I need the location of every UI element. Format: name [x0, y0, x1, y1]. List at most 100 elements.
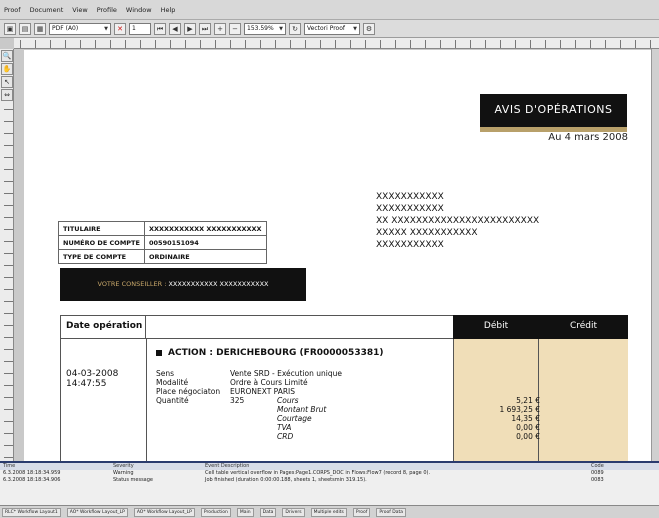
ruler-tick	[185, 40, 186, 48]
status-tab[interactable]: AO* Workflow Layout_LP	[133, 507, 195, 517]
ruler-tick	[4, 397, 13, 398]
ruler-tick	[395, 40, 396, 48]
menu-help[interactable]: Help	[161, 6, 176, 14]
log-header-description[interactable]: Event Description	[205, 463, 591, 470]
detail-row: Modalité Ordre à Cours Limité	[156, 378, 456, 387]
tool-palette: 🔍 ✋ ↖ ⇔	[0, 49, 14, 102]
chevron-down-icon: ▼	[104, 25, 108, 32]
ruler-tick	[4, 205, 13, 206]
hand-tool-icon[interactable]: ✋	[1, 63, 13, 75]
proof-icon[interactable]: ▣	[4, 22, 16, 35]
ruler-tick	[4, 157, 13, 158]
status-tab[interactable]: Drivers	[282, 507, 305, 517]
operation-details: Sens Vente SRD - Exécution unique Modali…	[156, 369, 540, 441]
operation-datetime: 04-03-2008 14:47:55	[66, 369, 118, 389]
status-tab[interactable]: Proof Data	[376, 507, 406, 517]
status-tab[interactable]: Production	[200, 507, 231, 517]
log-header-code[interactable]: Code	[591, 463, 651, 470]
menu-document[interactable]: Document	[30, 6, 64, 14]
detail-row: TVA 0,00 €	[156, 423, 540, 432]
account-value: ORDINAIRE	[144, 249, 267, 264]
ruler-tick	[4, 265, 13, 266]
detail-amount: 5,21 €	[516, 396, 540, 405]
log-row[interactable]: 6.3.2008 18:18:34.959 Warning Cell table…	[0, 470, 659, 477]
chevron-down-icon: ▼	[279, 25, 283, 32]
detail-row: Quantité 325 Cours 5,21 €	[156, 396, 540, 405]
operation-title-text: ACTION : DERICHEBOURG (FR0000053381)	[168, 348, 384, 358]
status-bar: RLC* Workflow Layout1 AO* Workflow Layou…	[0, 505, 659, 518]
export-icon[interactable]: ▤	[19, 22, 31, 35]
last-page-icon[interactable]: ⏭	[199, 22, 211, 35]
ruler-tick	[4, 145, 13, 146]
log-row[interactable]: 6.3.2008 18:18:34.906 Status message Job…	[0, 477, 659, 484]
detail-row: CRD 0,00 €	[156, 432, 540, 441]
close-icon[interactable]: ✕	[114, 22, 126, 35]
first-page-icon[interactable]: ⏮	[154, 22, 166, 35]
ruler-tick	[290, 40, 291, 48]
ruler-tick	[590, 40, 591, 48]
profile-select[interactable]: Vectori Proof ▼	[304, 22, 360, 35]
account-value: 00590151094	[144, 235, 267, 250]
ruler-tick	[410, 40, 411, 48]
status-tab[interactable]: Data	[259, 507, 277, 517]
zoom-select[interactable]: 153.59% ▼	[244, 22, 286, 35]
ruler-tick	[365, 40, 366, 48]
address-line: XX XXXXXXXXXXXXXXXXXXXXXXXX	[376, 216, 540, 226]
menu-proof[interactable]: Proof	[4, 6, 21, 14]
status-tab[interactable]: Multiple edits	[310, 507, 347, 517]
ruler-tick	[275, 40, 276, 48]
status-tab[interactable]: Main	[236, 507, 254, 517]
ruler-tick	[4, 325, 13, 326]
status-tab[interactable]: Proof	[352, 507, 371, 517]
ruler-tick	[170, 40, 171, 48]
detail-label: Modalité	[156, 378, 189, 387]
zoom-tool-icon[interactable]: 🔍	[1, 50, 13, 62]
detail-value: Vente SRD - Exécution unique	[230, 369, 342, 378]
ruler-tick	[350, 40, 351, 48]
log-header-time[interactable]: Time	[0, 463, 113, 470]
column-header-date: Date opération	[60, 315, 146, 339]
status-tab[interactable]: AO* Workflow Layout_LP	[66, 507, 128, 517]
line-label: Courtage	[277, 414, 312, 423]
zoom-out-icon[interactable]: −	[229, 22, 241, 35]
select-tool-icon[interactable]: ↖	[1, 76, 13, 88]
ruler-tick	[140, 40, 141, 48]
ruler-tick	[380, 40, 381, 48]
menu-profile[interactable]: Profile	[97, 6, 117, 14]
ruler-tick	[485, 40, 486, 48]
ruler-tick	[4, 289, 13, 290]
format-select[interactable]: PDF (A0) ▼	[49, 22, 111, 35]
measure-tool-icon[interactable]: ⇔	[1, 89, 13, 101]
ruler-tick	[4, 349, 13, 350]
detail-value: 325	[230, 396, 245, 405]
ruler-tick	[155, 40, 156, 48]
address-line: XXXXX XXXXXXXXXXX	[376, 228, 478, 238]
log-description: Job finished (duration 0:00:00.188, shee…	[205, 477, 367, 483]
page-field[interactable]: 1	[129, 22, 151, 35]
prev-page-icon[interactable]: ◀	[169, 22, 181, 35]
menu-view[interactable]: View	[72, 6, 87, 14]
log-header-severity[interactable]: Severity	[113, 463, 205, 470]
print-icon[interactable]: ▦	[34, 22, 46, 35]
line-amount: 1 693,25 €	[499, 405, 540, 414]
ruler-tick	[125, 40, 126, 48]
ruler-tick	[4, 373, 13, 374]
refresh-icon[interactable]: ↻	[289, 22, 301, 35]
status-tab[interactable]: RLC* Workflow Layout1	[2, 507, 61, 517]
ruler-tick	[4, 169, 13, 170]
next-page-icon[interactable]: ▶	[184, 22, 196, 35]
settings-icon[interactable]: ⚙	[363, 22, 375, 35]
ruler-tick	[4, 217, 13, 218]
detail-label: Sens	[156, 369, 175, 378]
ruler-tick	[440, 40, 441, 48]
ruler-tick	[4, 421, 13, 422]
detail-row: Courtage 14,35 €	[156, 414, 540, 423]
ruler-tick	[230, 40, 231, 48]
menu-window[interactable]: Window	[126, 6, 152, 14]
account-value: XXXXXXXXXXX XXXXXXXXXXX	[144, 221, 267, 236]
zoom-in-icon[interactable]: +	[214, 22, 226, 35]
vertical-scrollbar[interactable]	[651, 49, 659, 461]
ruler-tick	[4, 337, 13, 338]
ruler-tick	[200, 40, 201, 48]
ruler-tick	[320, 40, 321, 48]
